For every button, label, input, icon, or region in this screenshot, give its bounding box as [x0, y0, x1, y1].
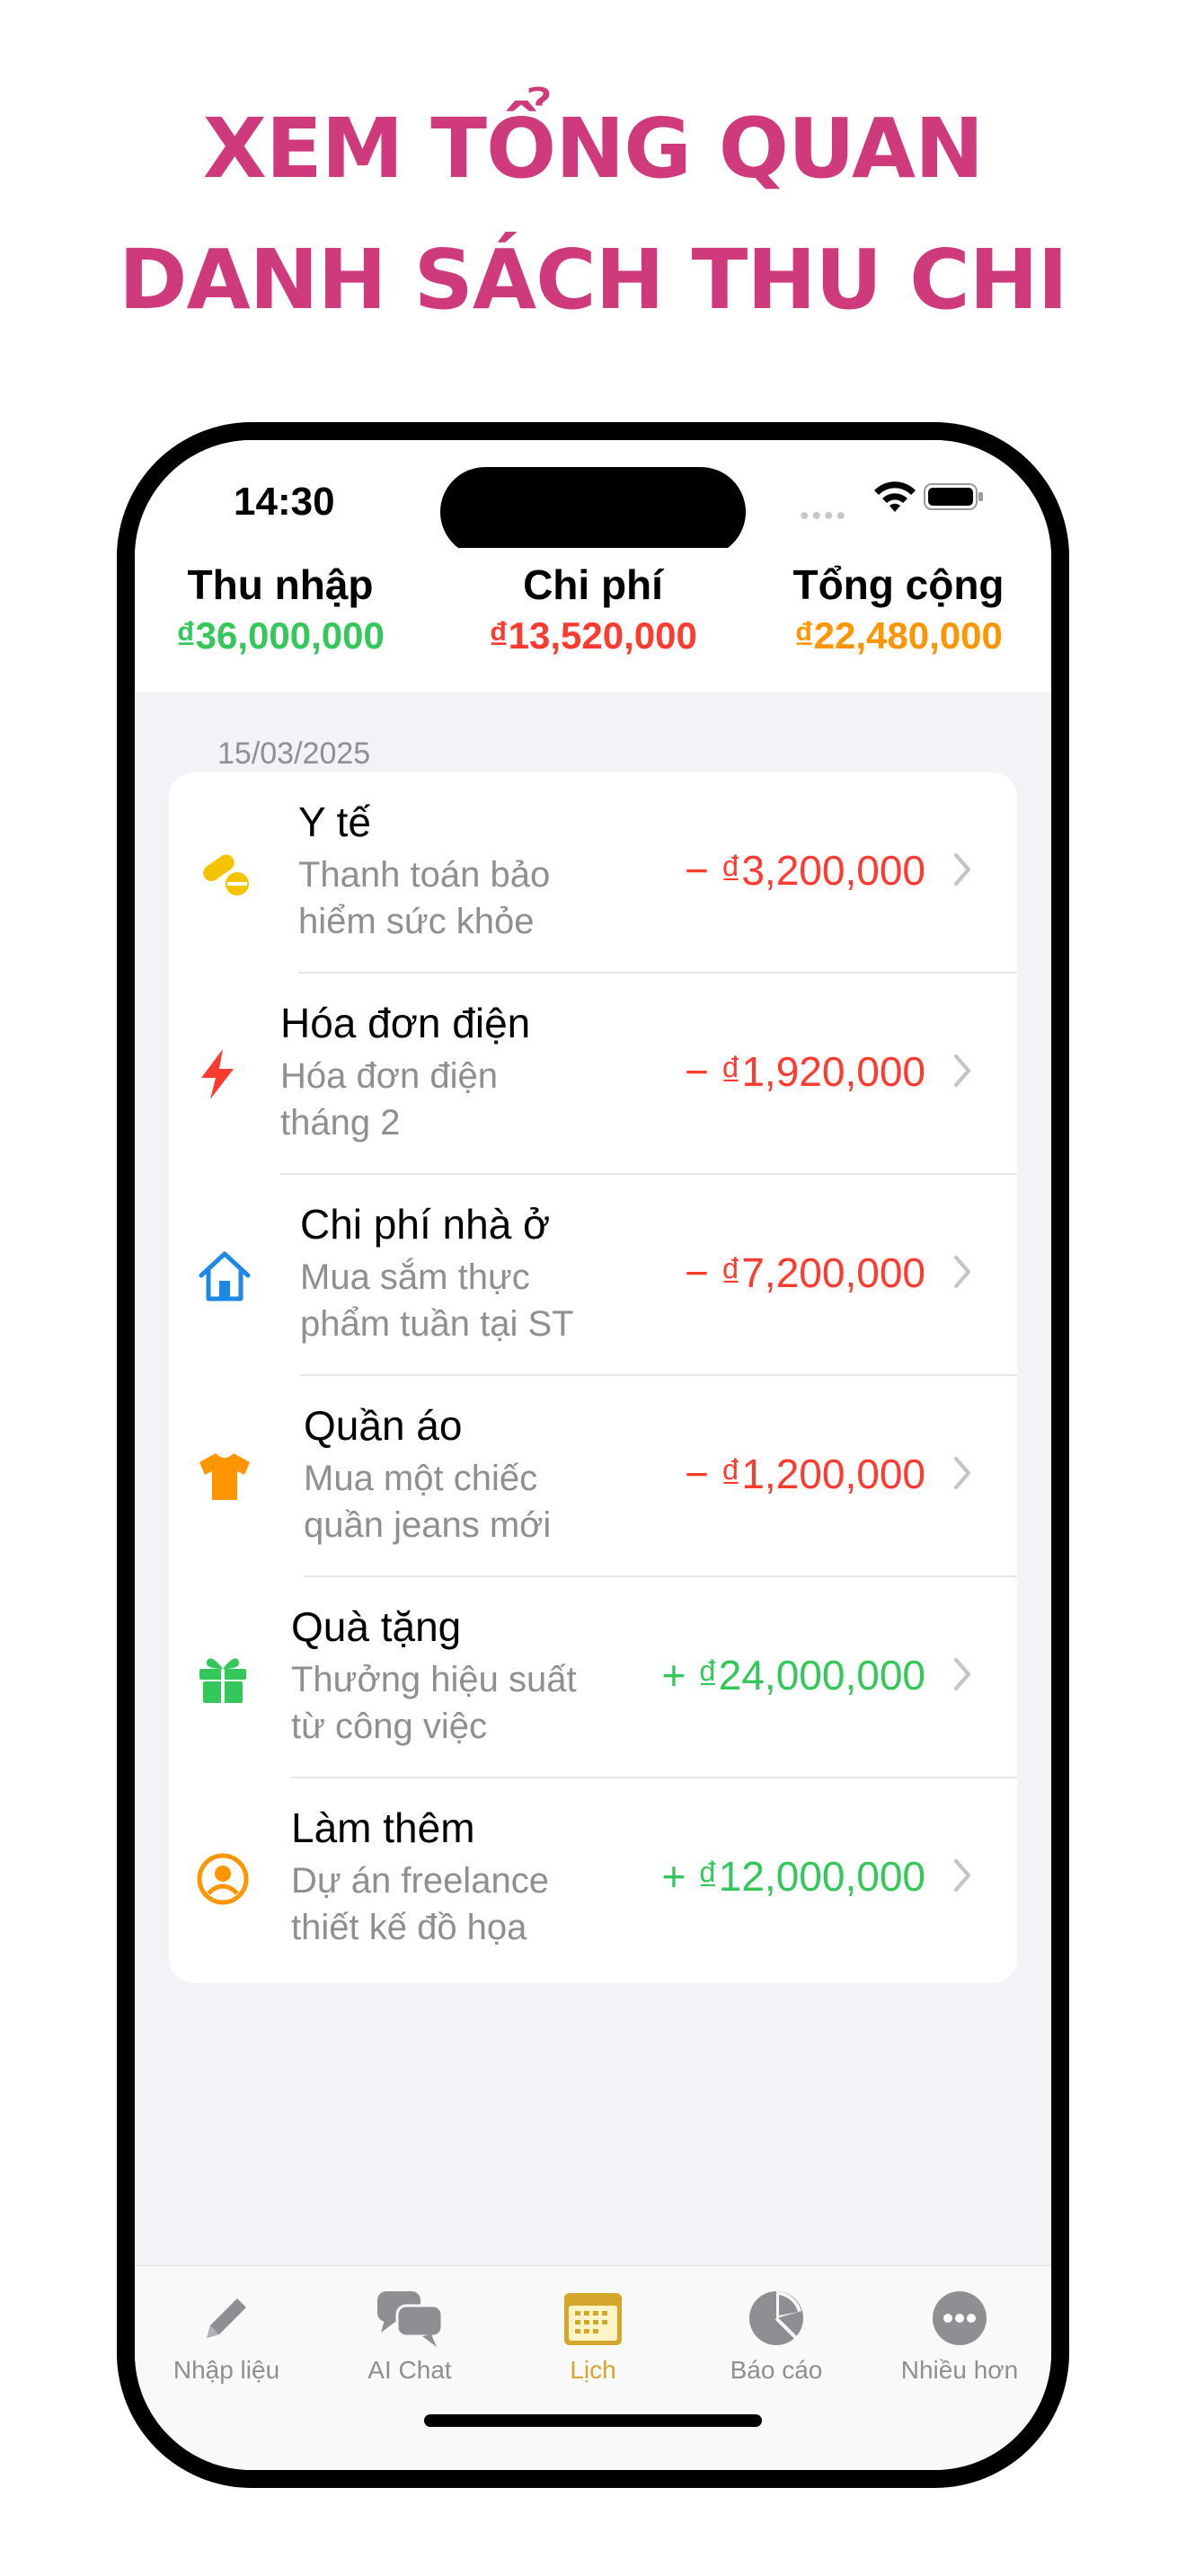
total-label: Tổng cộng [792, 561, 1005, 608]
item-title: Hóa đơn điện [280, 1000, 531, 1046]
headline-line1: XEM TỔNG QUAN [202, 101, 984, 197]
item-amount: − ₫7,200,000 [685, 1249, 925, 1296]
pills-icon [203, 854, 249, 895]
expense-value: ₫13,520,000 [489, 614, 697, 657]
list-item[interactable]: Làm thêm Dự án freelance thiết kế đồ họa … [169, 1778, 1017, 1980]
list-item[interactable]: Quà tặng Thưởng hiệu suất từ công việc + … [169, 1577, 1017, 1778]
item-title: Quà tặng [291, 1603, 462, 1650]
status-bar: 14:30 •••• [135, 440, 1051, 557]
battery-icon [924, 483, 983, 510]
list-item[interactable]: Y tế Thanh toán bảo hiểm sức khỏe − ₫3,20… [169, 772, 1017, 974]
home-indicator [424, 2414, 762, 2427]
item-description: Mua sắm thực phẩm tuần tại ST [300, 1257, 574, 1344]
tab-label: Nhập liệu [173, 2356, 280, 2384]
tab-label: Báo cáo [730, 2356, 823, 2384]
phone-frame: 14:30 •••• Thu nhập ₫36,000,000 Chi phí … [117, 422, 1069, 2488]
tab-label: AI Chat [367, 2356, 452, 2384]
pie-chart-icon [749, 2291, 803, 2345]
chevron-right-icon [954, 1658, 971, 1690]
income-value: ₫36,000,000 [176, 614, 385, 657]
tab-label: Lịch [570, 2356, 616, 2384]
item-amount: + ₫24,000,000 [661, 1652, 925, 1698]
income-label: Thu nhập [187, 561, 374, 608]
expense-label: Chi phí [523, 561, 663, 608]
total-summary: Tổng cộng ₫22,480,000 [755, 560, 1042, 657]
tab-bar: Nhập liệu AI Chat Lịch Báo cáo Nhiều hơn [135, 2265, 1051, 2470]
item-description: Hóa đơn điện tháng 2 [280, 1056, 498, 1142]
item-title: Quần áo [304, 1402, 463, 1449]
item-description: Dự án freelance thiết kế đồ họa [291, 1861, 549, 1947]
signal-icon: •••• [800, 501, 849, 531]
wifi-icon [874, 481, 916, 512]
chevron-right-icon [954, 1859, 971, 1892]
item-amount: − ₫1,200,000 [685, 1451, 925, 1497]
chevron-right-icon [954, 1054, 971, 1087]
house-icon [199, 1251, 251, 1301]
income-summary: Thu nhập ₫36,000,000 [146, 560, 415, 657]
dynamic-island [440, 467, 746, 557]
gift-icon [199, 1658, 246, 1703]
item-description: Thưởng hiệu suất từ công việc [291, 1660, 577, 1746]
item-amount: − ₫3,200,000 [685, 847, 925, 894]
summary-header: Thu nhập ₫36,000,000 Chi phí ₫13,520,000… [135, 548, 1051, 692]
item-description: Thanh toán bảo hiểm sức khỏe [298, 855, 551, 941]
pencil-icon [207, 2298, 246, 2338]
item-amount: − ₫1,920,000 [685, 1048, 925, 1095]
headline-line2: DANH SÁCH THU CHI [119, 232, 1068, 328]
list-item[interactable]: Quần áo Mua một chiếc quần jeans mới − ₫1… [169, 1376, 1017, 1577]
more-icon [933, 2291, 987, 2345]
person-circle-icon [197, 1853, 249, 1905]
lightning-icon [201, 1049, 234, 1099]
list-date: 15/03/2025 [217, 737, 371, 771]
item-title: Y tế [298, 798, 371, 845]
tshirt-icon [199, 1453, 250, 1500]
item-title: Làm thêm [291, 1804, 475, 1851]
item-description: Mua một chiếc quần jeans mới [304, 1459, 552, 1545]
item-title: Chi phí nhà ở [300, 1201, 551, 1248]
tab-label: Nhiều hơn [900, 2356, 1019, 2384]
transaction-list: Y tế Thanh toán bảo hiểm sức khỏe − ₫3,20… [169, 772, 1017, 1983]
chevron-right-icon [954, 853, 971, 886]
calendar-icon [564, 2293, 622, 2345]
app-screen: 14:30 •••• Thu nhập ₫36,000,000 Chi phí … [135, 440, 1051, 2470]
item-amount: + ₫12,000,000 [661, 1853, 925, 1900]
list-item[interactable]: Hóa đơn điện Hóa đơn điện tháng 2 − ₫1,92… [169, 974, 1017, 1175]
chat-bubbles-icon [377, 2291, 444, 2347]
expense-summary: Chi phí ₫13,520,000 [449, 560, 737, 657]
list-item[interactable]: Chi phí nhà ở Mua sắm thực phẩm tuần tại … [169, 1175, 1017, 1376]
chevron-right-icon [954, 1256, 971, 1288]
total-value: ₫22,480,000 [794, 614, 1003, 657]
chevron-right-icon [954, 1457, 971, 1489]
status-time: 14:30 [234, 480, 335, 524]
